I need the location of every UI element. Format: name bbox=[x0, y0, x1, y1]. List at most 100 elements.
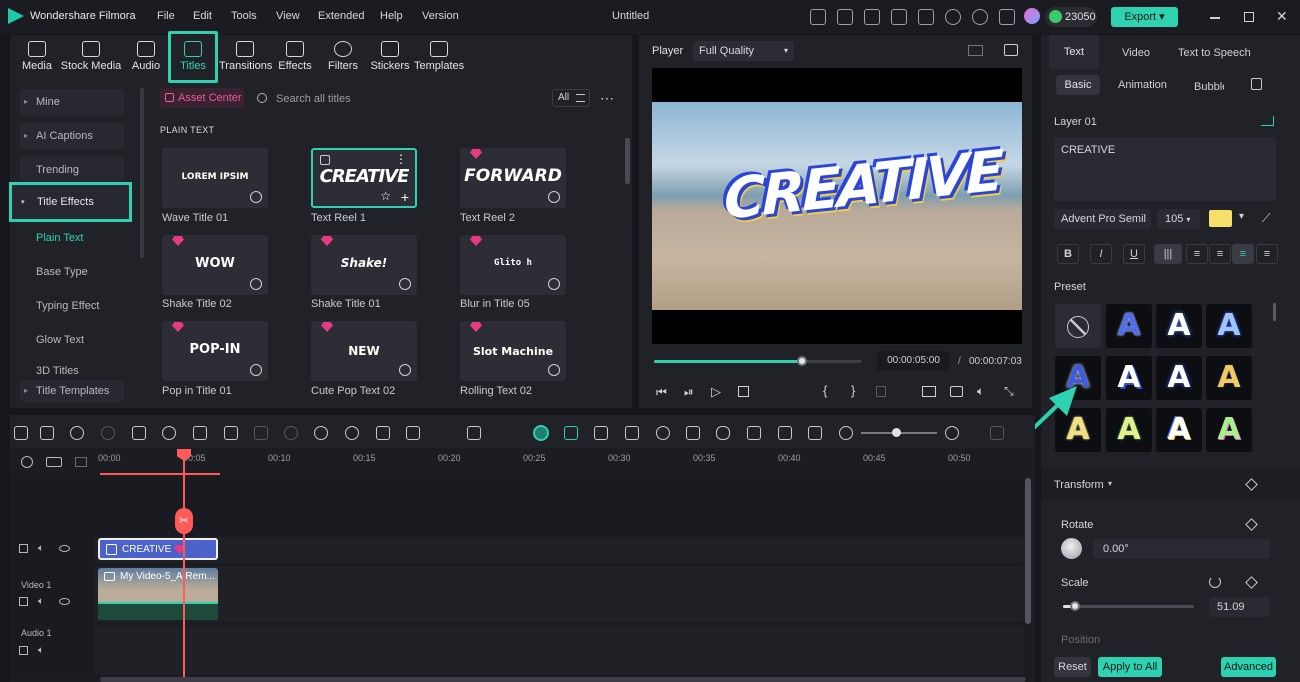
sidebar-item-typing-effect[interactable]: Typing Effect bbox=[20, 293, 124, 319]
font-size-dropdown[interactable]: 105 ▾ bbox=[1157, 209, 1200, 229]
download-icon[interactable] bbox=[548, 191, 560, 203]
sidebar-item-mine[interactable]: ▸ Mine bbox=[20, 89, 124, 115]
mute-icon[interactable]: 🔈︎ bbox=[38, 645, 44, 656]
visibility-icon[interactable] bbox=[59, 545, 70, 552]
sidebar-item-title-templates[interactable]: ▸ Title Templates bbox=[20, 380, 124, 402]
mute-icon[interactable]: 🔈︎ bbox=[38, 543, 44, 554]
color-dropdown-icon[interactable]: ▾ bbox=[1239, 211, 1244, 222]
fit-icon[interactable] bbox=[808, 426, 822, 440]
video-preview[interactable]: CREATIVE bbox=[652, 68, 1022, 344]
save-preset-icon[interactable] bbox=[1251, 78, 1262, 90]
avatar[interactable] bbox=[1024, 8, 1040, 24]
download-icon[interactable] bbox=[548, 364, 560, 376]
preset-swatch[interactable]: A bbox=[1156, 356, 1202, 400]
layout-icon[interactable] bbox=[891, 9, 907, 25]
send-icon[interactable] bbox=[837, 9, 853, 25]
rotate-input[interactable]: 0.00° bbox=[1093, 539, 1270, 559]
auto-ripple-icon[interactable] bbox=[594, 426, 608, 440]
preset-swatch[interactable]: A bbox=[1106, 304, 1152, 348]
align-center-button[interactable]: ≡ bbox=[1209, 244, 1231, 264]
sidebar-item-3d-titles[interactable]: 3D Titles bbox=[20, 361, 124, 375]
sidebar-item-title-effects[interactable]: ▾ Title Effects bbox=[9, 182, 132, 222]
replace-icon[interactable] bbox=[778, 426, 792, 440]
layout-grid-icon[interactable] bbox=[14, 426, 28, 440]
minimize-icon[interactable] bbox=[1210, 17, 1220, 19]
track-manage-icon[interactable] bbox=[75, 457, 87, 467]
menu-extended[interactable]: Extended bbox=[318, 10, 364, 22]
font-dropdown[interactable]: Advent Pro Semil bbox=[1054, 209, 1151, 229]
preset-swatch[interactable]: A bbox=[1156, 304, 1202, 348]
ai-edit-icon[interactable] bbox=[1261, 116, 1274, 126]
more-tools-icon[interactable] bbox=[990, 426, 1004, 440]
save-icon[interactable] bbox=[918, 9, 934, 25]
preview-icon[interactable] bbox=[320, 155, 330, 165]
timeline-scrollbar-h[interactable] bbox=[100, 677, 1026, 682]
subtab-animation[interactable]: Animation bbox=[1118, 79, 1167, 91]
eyedropper-icon[interactable]: ⟋ bbox=[1262, 211, 1270, 226]
close-icon[interactable]: ✕ bbox=[1276, 8, 1288, 25]
scale-handle[interactable] bbox=[1069, 601, 1080, 611]
menu-tools[interactable]: Tools bbox=[231, 10, 257, 22]
menu-edit[interactable]: Edit bbox=[193, 10, 212, 22]
zoom-out-icon[interactable] bbox=[839, 426, 853, 440]
play-reverse-icon[interactable]: ⏯ bbox=[684, 385, 694, 400]
playhead[interactable] bbox=[183, 449, 185, 682]
menu-help[interactable]: Help bbox=[380, 10, 403, 22]
visibility-icon[interactable] bbox=[59, 598, 70, 605]
menu-file[interactable]: File bbox=[157, 10, 175, 22]
mark-out-icon[interactable]: } bbox=[851, 383, 855, 398]
menu-version[interactable]: Version bbox=[422, 10, 459, 22]
reset-button[interactable]: Reset bbox=[1054, 657, 1091, 677]
download-icon[interactable] bbox=[399, 278, 411, 290]
headset-icon[interactable] bbox=[972, 9, 988, 25]
rotate-dial[interactable] bbox=[1061, 538, 1082, 559]
download-icon[interactable] bbox=[250, 364, 262, 376]
text-tool-icon[interactable] bbox=[193, 426, 207, 440]
tab-stickers[interactable]: Stickers bbox=[365, 41, 415, 72]
settings-icon[interactable] bbox=[864, 9, 880, 25]
tab-effects[interactable]: Effects bbox=[270, 41, 320, 72]
select-tool-icon[interactable] bbox=[40, 426, 54, 440]
search-input[interactable]: Search all titles bbox=[276, 93, 536, 105]
keyframe-tool-icon[interactable] bbox=[376, 426, 390, 440]
delete-icon[interactable] bbox=[132, 426, 146, 440]
crop-icon[interactable] bbox=[224, 426, 238, 440]
preset-swatch[interactable]: A bbox=[1206, 304, 1252, 348]
preset-swatch[interactable]: A bbox=[1206, 408, 1252, 452]
add-icon[interactable]: + bbox=[401, 189, 409, 205]
restore-icon[interactable] bbox=[1244, 12, 1254, 22]
snap-icon[interactable] bbox=[564, 426, 578, 440]
title-clip[interactable]: CREATIVE bbox=[98, 538, 218, 560]
preset-none[interactable] bbox=[1055, 304, 1101, 348]
preset-swatch[interactable]: A bbox=[1106, 356, 1152, 400]
zoom-handle[interactable] bbox=[892, 428, 901, 437]
stop-icon[interactable] bbox=[738, 386, 749, 397]
tab-titles[interactable]: Titles bbox=[168, 41, 218, 72]
title-card-cute-pop-text-02[interactable]: NEW bbox=[311, 321, 417, 381]
credits-badge[interactable]: 23050 bbox=[1045, 7, 1097, 27]
font-color-swatch[interactable] bbox=[1209, 210, 1232, 227]
download-icon[interactable] bbox=[399, 364, 411, 376]
bold-button[interactable]: B bbox=[1057, 244, 1079, 264]
video-clip[interactable]: My Video-5_AIRem... bbox=[98, 568, 218, 620]
spacing-button[interactable]: ||| bbox=[1154, 244, 1182, 264]
mute-icon[interactable]: 🔈︎ bbox=[38, 596, 44, 607]
sidebar-scrollbar[interactable] bbox=[140, 88, 144, 258]
title-card-pop-in-title-01[interactable]: POP-IN bbox=[162, 321, 268, 381]
group-icon[interactable] bbox=[46, 457, 62, 467]
asset-center-button[interactable]: Asset Center bbox=[160, 88, 244, 108]
tab-video[interactable]: Video bbox=[1122, 47, 1150, 59]
playback-progress[interactable] bbox=[654, 356, 862, 366]
title-card-blur-in-title-05[interactable]: Glito h bbox=[460, 235, 566, 295]
subtab-basic[interactable]: Basic bbox=[1056, 75, 1100, 95]
record-icon[interactable] bbox=[625, 426, 639, 440]
scale-slider[interactable] bbox=[1063, 601, 1194, 611]
align-left-button[interactable]: ≡ bbox=[1186, 244, 1208, 264]
scale-input[interactable]: 51.09 bbox=[1209, 597, 1270, 617]
current-time-display[interactable]: 00:00:05:00 bbox=[877, 351, 950, 371]
undo-icon[interactable] bbox=[70, 426, 84, 440]
grid-view-icon[interactable] bbox=[968, 45, 983, 56]
menu-view[interactable]: View bbox=[276, 10, 300, 22]
reset-scale-icon[interactable] bbox=[1209, 576, 1221, 588]
lock-icon[interactable] bbox=[19, 544, 28, 553]
